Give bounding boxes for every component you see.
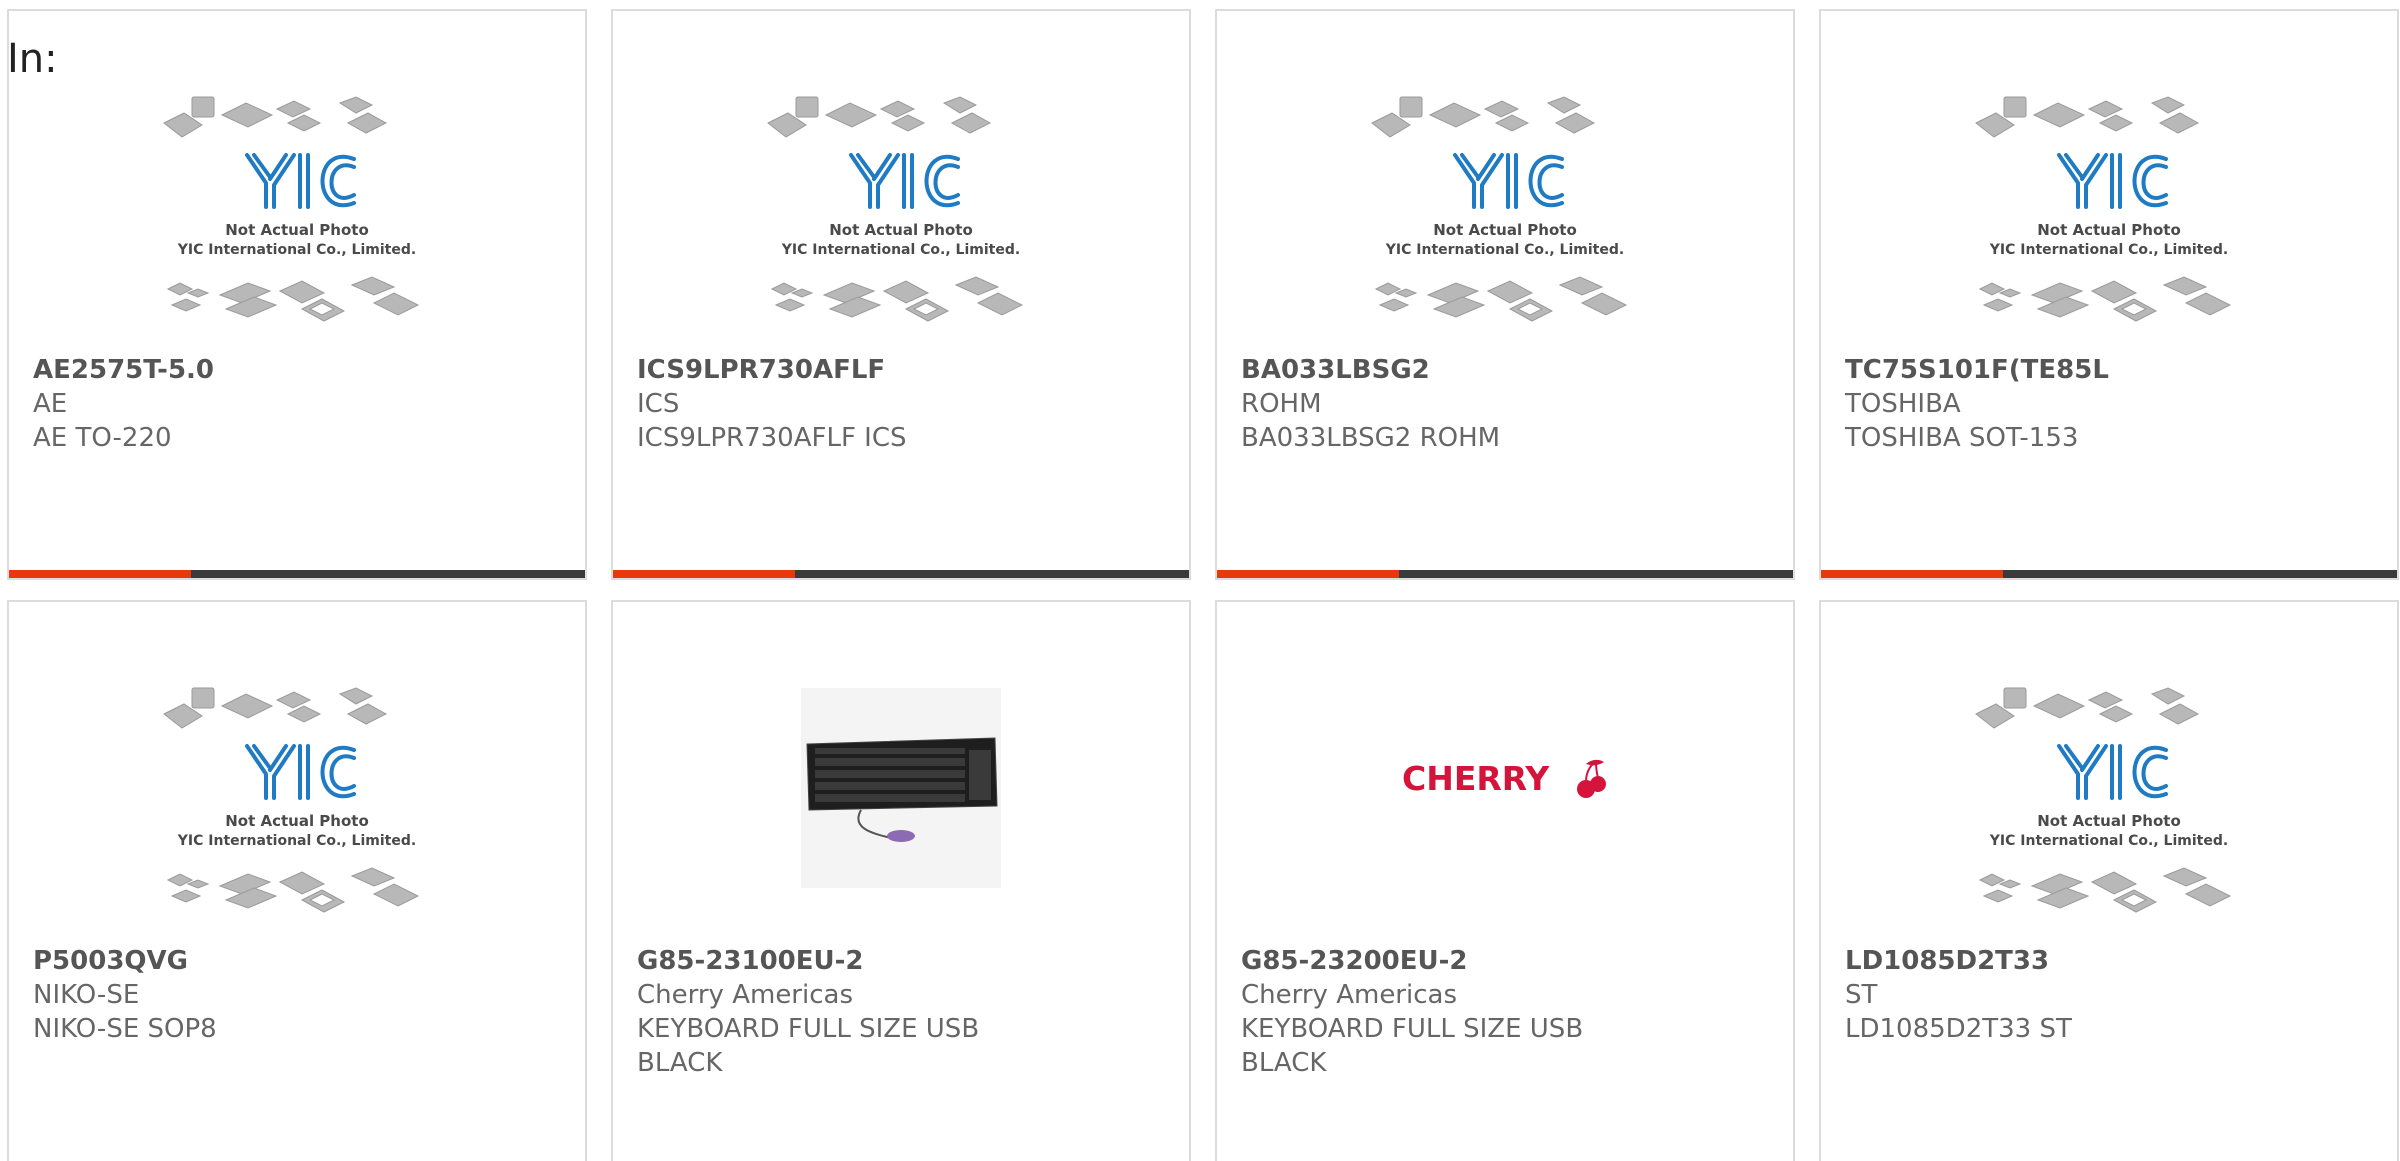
card-accent-bar — [613, 570, 795, 578]
part-number-link[interactable]: AE2575T-5.0 — [33, 353, 565, 387]
manufacturer: NIKO-SE — [33, 980, 140, 1010]
manufacturer: ST — [1845, 980, 1878, 1010]
part-number-link[interactable]: TC75S101F(TE85L — [1845, 353, 2377, 387]
product-card[interactable]: Not Actual Photo YIC International Co., … — [1215, 9, 1795, 580]
placeholder-caption-line1: Not Actual Photo — [225, 812, 369, 830]
product-card[interactable]: Not Actual Photo YIC International Co., … — [7, 9, 587, 580]
card-bottom-bar — [1217, 570, 1793, 578]
not-actual-photo-image: Not Actual Photo YIC International Co., … — [767, 96, 1024, 322]
product-image[interactable]: Not Actual Photo YIC International Co., … — [9, 686, 585, 946]
part-number-link[interactable]: P5003QVG — [33, 944, 565, 978]
card-accent-bar — [1217, 570, 1399, 578]
product-info: BA033LBSG2 ROHM BA033LBSG2 ROHM — [1241, 353, 1773, 455]
product-description: LD1085D2T33 ST — [1845, 1014, 2072, 1044]
card-bottom-bar — [613, 570, 1189, 578]
keyboard-photo — [801, 688, 1001, 888]
product-info: LD1085D2T33 ST LD1085D2T33 ST — [1845, 944, 2377, 1046]
product-image[interactable]: Not Actual Photo YIC International Co., … — [1217, 95, 1793, 355]
placeholder-caption-line2: YIC International Co., Limited. — [781, 242, 1020, 258]
product-description: BLACK — [1241, 1048, 1327, 1078]
product-image[interactable]: Not Actual Photo YIC International Co., … — [1821, 686, 2397, 946]
card-accent-bar — [1821, 570, 2003, 578]
placeholder-caption-line2: YIC International Co., Limited. — [1989, 242, 2228, 258]
product-grid: Not Actual Photo YIC International Co., … — [7, 9, 2399, 1161]
product-description: KEYBOARD FULL SIZE USB — [637, 1014, 980, 1044]
manufacturer: ICS — [637, 389, 680, 419]
placeholder-caption-line1: Not Actual Photo — [1433, 221, 1577, 239]
product-description: AE TO-220 — [33, 423, 172, 453]
placeholder-caption-line1: Not Actual Photo — [225, 221, 369, 239]
product-description: TOSHIBA SOT-153 — [1845, 423, 2079, 453]
product-card[interactable]: Not Actual Photo YIC International Co., … — [1819, 9, 2399, 580]
manufacturer: ROHM — [1241, 389, 1322, 419]
product-description: KEYBOARD FULL SIZE USB — [1241, 1014, 1584, 1044]
cherry-logo: CHERRY — [1402, 759, 1606, 798]
not-actual-photo-image: Not Actual Photo YIC International Co., … — [1975, 96, 2232, 322]
product-description: NIKO-SE SOP8 — [33, 1014, 217, 1044]
not-actual-photo-image: Not Actual Photo YIC International Co., … — [163, 687, 420, 913]
product-description: BLACK — [637, 1048, 723, 1078]
part-number-link[interactable]: G85-23100EU-2 — [637, 944, 1169, 978]
product-info: AE2575T-5.0 AE AE TO-220 — [33, 353, 565, 455]
part-number-link[interactable]: ICS9LPR730AFLF — [637, 353, 1169, 387]
cherry-logo-text: CHERRY — [1402, 759, 1550, 798]
product-info: G85-23100EU-2 Cherry Americas KEYBOARD FUL… — [637, 944, 1169, 1080]
product-description: BA033LBSG2 ROHM — [1241, 423, 1501, 453]
product-info: TC75S101F(TE85L TOSHIBA TOSHIBA SOT-153 — [1845, 353, 2377, 455]
product-card[interactable]: CHERRY G85-23200EU-2 Cherry Americas KEYBO… — [1215, 600, 1795, 1161]
part-number-link[interactable]: BA033LBSG2 — [1241, 353, 1773, 387]
in-label: In: — [7, 36, 58, 82]
product-grid-page: In: Not Actual Photo YIC International C… — [0, 0, 2400, 1161]
product-info: P5003QVG NIKO-SE NIKO-SE SOP8 — [33, 944, 565, 1046]
placeholder-caption-line2: YIC International Co., Limited. — [1385, 242, 1624, 258]
placeholder-caption-line1: Not Actual Photo — [829, 221, 973, 239]
product-image[interactable]: Not Actual Photo YIC International Co., … — [9, 95, 585, 355]
card-accent-bar — [9, 570, 191, 578]
placeholder-caption-line2: YIC International Co., Limited. — [1989, 833, 2228, 849]
not-actual-photo-image: Not Actual Photo YIC International Co., … — [1975, 687, 2232, 913]
part-number-link[interactable]: G85-23200EU-2 — [1241, 944, 1773, 978]
product-card[interactable]: Not Actual Photo YIC International Co., … — [1819, 600, 2399, 1161]
product-info: ICS9LPR730AFLF ICS ICS9LPR730AFLF ICS — [637, 353, 1169, 455]
card-bottom-bar — [1821, 570, 2397, 578]
product-image[interactable] — [613, 686, 1189, 946]
product-image[interactable]: CHERRY — [1217, 686, 1793, 946]
manufacturer: Cherry Americas — [637, 980, 853, 1010]
placeholder-caption-line2: YIC International Co., Limited. — [177, 242, 416, 258]
not-actual-photo-image: Not Actual Photo YIC International Co., … — [163, 96, 420, 322]
manufacturer: TOSHIBA — [1845, 389, 1961, 419]
manufacturer: Cherry Americas — [1241, 980, 1457, 1010]
placeholder-caption-line1: Not Actual Photo — [2037, 812, 2181, 830]
product-card[interactable]: Not Actual Photo YIC International Co., … — [611, 9, 1191, 580]
card-bottom-bar — [9, 570, 585, 578]
manufacturer: AE — [33, 389, 68, 419]
product-info: G85-23200EU-2 Cherry Americas KEYBOARD FUL… — [1241, 944, 1773, 1080]
product-card[interactable]: Not Actual Photo YIC International Co., … — [7, 600, 587, 1161]
product-image[interactable]: Not Actual Photo YIC International Co., … — [613, 95, 1189, 355]
placeholder-caption-line2: YIC International Co., Limited. — [177, 833, 416, 849]
product-description: ICS9LPR730AFLF ICS — [637, 423, 907, 453]
product-card[interactable]: G85-23100EU-2 Cherry Americas KEYBOARD FUL… — [611, 600, 1191, 1161]
placeholder-caption-line1: Not Actual Photo — [2037, 221, 2181, 239]
product-image[interactable]: Not Actual Photo YIC International Co., … — [1821, 95, 2397, 355]
part-number-link[interactable]: LD1085D2T33 — [1845, 944, 2377, 978]
not-actual-photo-image: Not Actual Photo YIC International Co., … — [1371, 96, 1628, 322]
